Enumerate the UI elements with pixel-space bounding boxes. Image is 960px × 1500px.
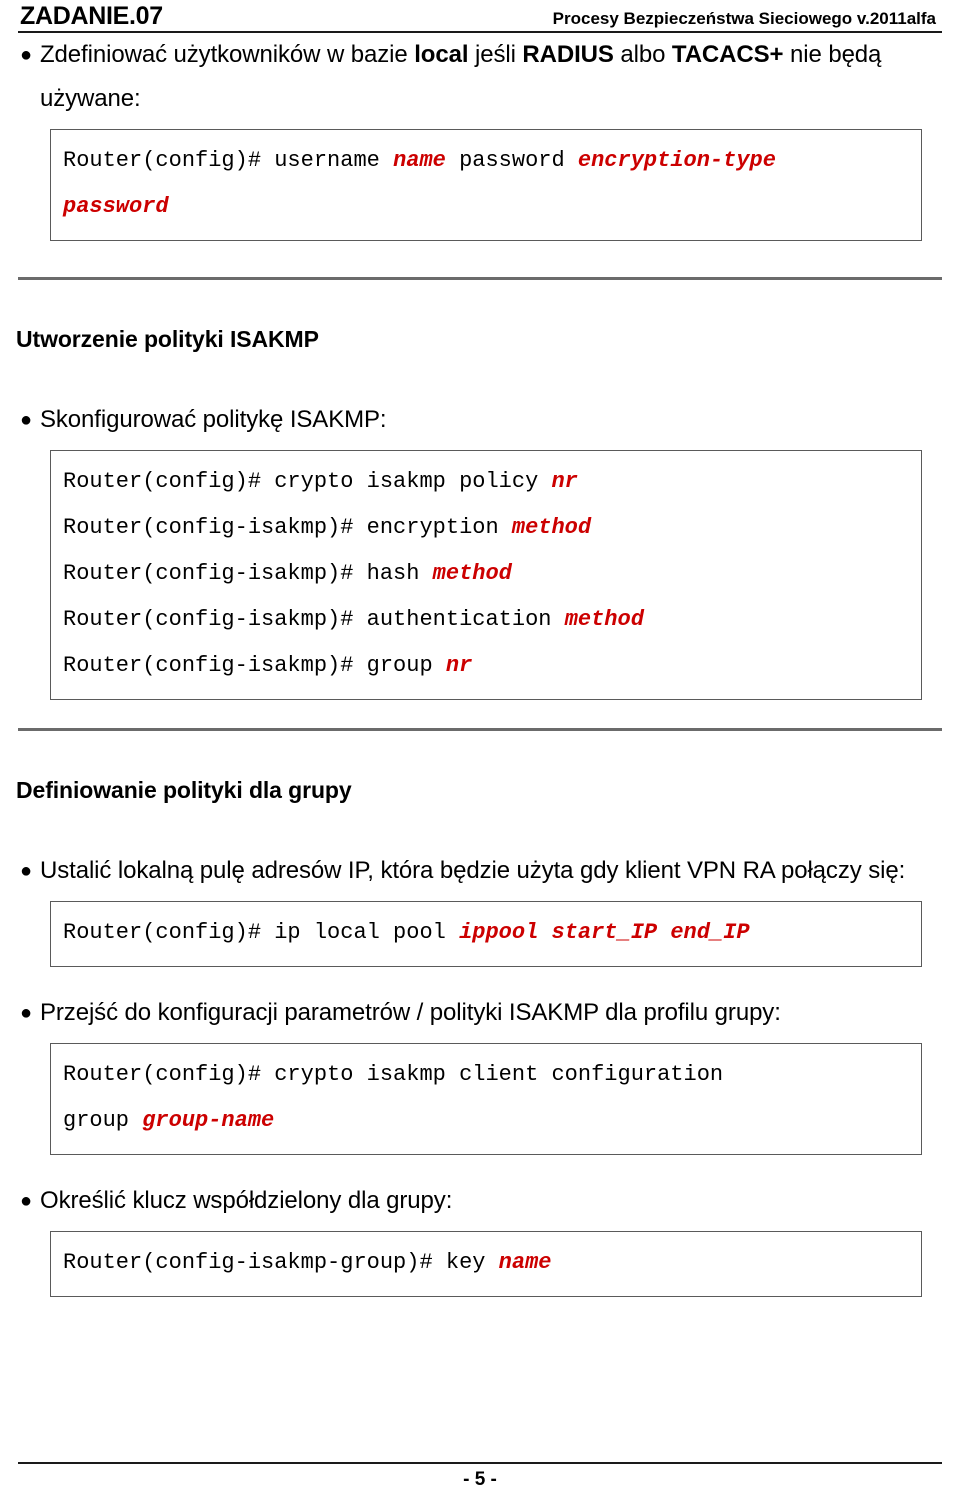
page-number: - 5 -	[463, 1469, 497, 1490]
bullet-item-local-users: ● Zdefiniować użytkowników w bazie local…	[14, 33, 946, 121]
code-text: Router(config-isakmp-group)# key	[63, 1250, 499, 1275]
code-block-ip-local-pool: Router(config)# ip local pool ippool sta…	[50, 901, 922, 967]
bullet-item-shared-key-text: Określić klucz współdzielony dla grupy:	[40, 1187, 453, 1214]
bullet-item-group-profile-text: Przejść do konfiguracji parametrów / pol…	[40, 999, 781, 1026]
code-line: group group-name	[63, 1098, 909, 1144]
code-line: Router(config)# username name password e…	[63, 138, 909, 184]
code-line: Router(config)# ip local pool ippool sta…	[63, 910, 909, 956]
bullet-item-ip-pool: ● Ustalić lokalną pulę adresów IP, która…	[14, 849, 946, 893]
code-line: Router(config-isakmp)# group nr	[63, 643, 909, 689]
code-placeholder-method: method	[564, 607, 644, 632]
bullet-icon: ●	[20, 44, 33, 66]
code-text: password	[445, 148, 578, 173]
code-placeholder-name: name	[498, 1250, 552, 1275]
code-placeholder-password: password	[63, 194, 169, 219]
code-line: Router(config-isakmp)# authentication me…	[63, 597, 909, 643]
bullet-item-shared-key: ● Określić klucz współdzielony dla grupy…	[14, 1179, 946, 1223]
code-placeholder-name: name	[393, 148, 446, 173]
code-text: Router(config-isakmp)# authentication	[63, 607, 565, 632]
code-text: Router(config-isakmp)# group	[63, 653, 446, 678]
keyword-tacacs: TACACS+	[671, 41, 784, 68]
code-line: password	[63, 184, 909, 230]
code-block-group-key: Router(config-isakmp-group)# key name	[50, 1231, 922, 1297]
code-placeholder-method: method	[511, 515, 592, 540]
task-title: ZADANIE.07	[20, 2, 163, 30]
course-title: Procesy Bezpieczeństwa Sieciowego v.2011…	[552, 9, 936, 28]
bullet-item-isakmp: ● Skonfigurować politykę ISAKMP:	[14, 398, 946, 442]
text-fragment: jeśli	[468, 41, 523, 68]
code-placeholder-group-name: group-name	[142, 1108, 275, 1133]
page-header: ZADANIE.07 Procesy Bezpieczeństwa Siecio…	[14, 0, 946, 30]
code-line: Router(config-isakmp)# hash method	[63, 551, 909, 597]
section-heading-isakmp: Utworzenie polityki ISAKMP	[16, 326, 319, 352]
code-line: Router(config-isakmp)# encryption method	[63, 505, 909, 551]
keyword-radius: RADIUS	[522, 41, 614, 68]
bullet-icon: ●	[20, 1190, 33, 1212]
code-text: Router(config)# ip local pool	[63, 920, 460, 945]
code-line: Router(config-isakmp-group)# key name	[63, 1240, 909, 1286]
code-placeholder-ippool: ippool	[459, 920, 539, 945]
text-fragment: Zdefiniować użytkowników w bazie	[40, 41, 415, 68]
bullet-icon: ●	[20, 1002, 33, 1024]
code-text: Router(config)# username	[63, 148, 394, 173]
document-page: ZADANIE.07 Procesy Bezpieczeństwa Siecio…	[0, 0, 960, 1500]
code-text: group	[63, 1108, 143, 1133]
code-text: Router(config-isakmp)# hash	[63, 561, 433, 586]
code-line: Router(config)# crypto isakmp client con…	[63, 1062, 724, 1087]
code-placeholder-encryption-type: encryption-type	[577, 148, 776, 173]
code-block-isakmp-client-group: Router(config)# crypto isakmp client con…	[50, 1043, 922, 1155]
bullet-item-local-users-text: Zdefiniować użytkowników w bazie local j…	[40, 33, 946, 121]
code-placeholder-nr: nr	[445, 653, 473, 678]
bullet-item-ip-pool-text: Ustalić lokalną pulę adresów IP, która b…	[40, 857, 906, 884]
section-heading-group-policy: Definiowanie polityki dla grupy	[16, 777, 352, 803]
page-footer: - 5 -	[18, 1462, 942, 1492]
code-text: Router(config)# crypto isakmp policy	[63, 469, 552, 494]
bullet-item-group-profile: ● Przejść do konfiguracji parametrów / p…	[14, 991, 946, 1035]
code-placeholder-nr: nr	[551, 469, 578, 494]
code-line: Router(config)# crypto isakmp policy nr	[63, 459, 909, 505]
bullet-item-isakmp-text: Skonfigurować politykę ISAKMP:	[40, 406, 387, 433]
code-block-username: Router(config)# username name password e…	[50, 129, 922, 241]
bullet-icon: ●	[20, 860, 33, 882]
code-placeholder-ip-range: start_IP end_IP	[538, 920, 750, 945]
code-text: Router(config-isakmp)# encryption	[63, 515, 512, 540]
footer-divider	[18, 1462, 942, 1464]
text-fragment: albo	[613, 41, 672, 68]
keyword-local: local	[414, 41, 469, 68]
code-block-isakmp-policy: Router(config)# crypto isakmp policy nr …	[50, 450, 922, 700]
bullet-icon: ●	[20, 409, 33, 431]
code-placeholder-method: method	[432, 561, 512, 586]
